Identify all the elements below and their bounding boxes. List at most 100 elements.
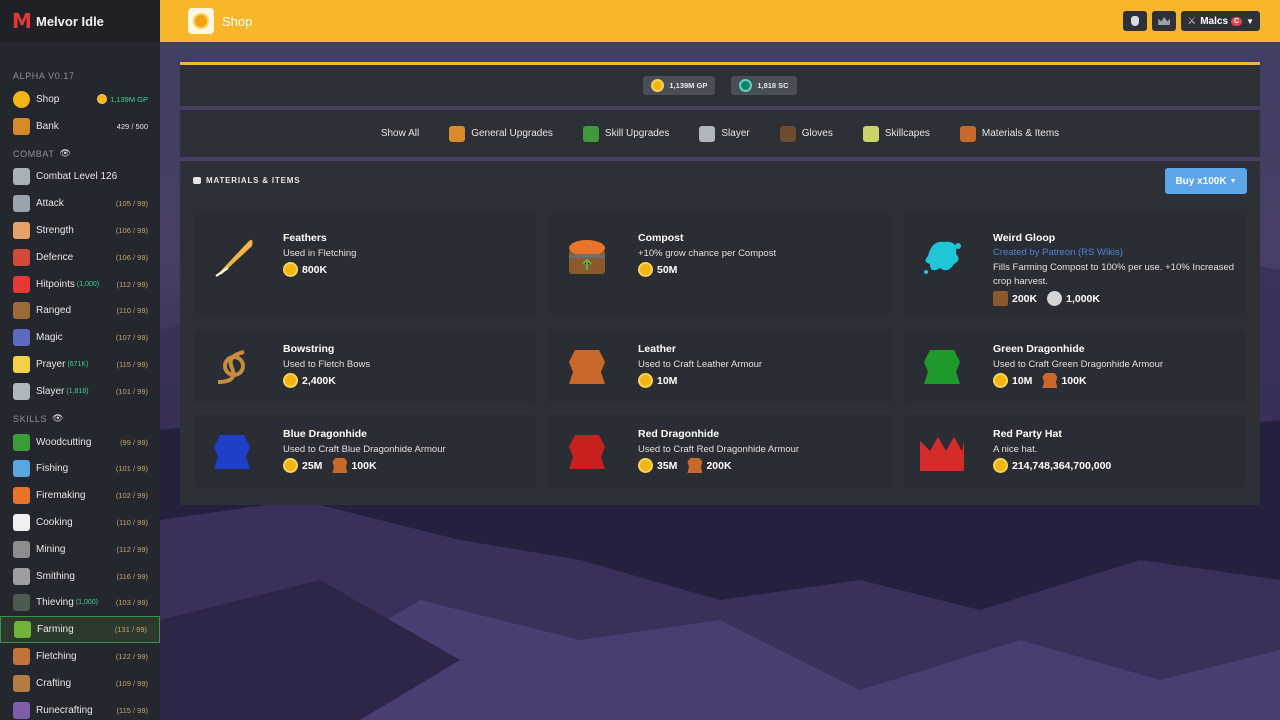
tab-gloves-icon bbox=[780, 126, 796, 142]
item-name: Leather bbox=[638, 343, 676, 355]
sidebar-section-title: ALPHA V0.17 bbox=[0, 69, 160, 83]
sidebar-item-level: (115 / 99) bbox=[116, 360, 148, 369]
potion-button[interactable] bbox=[1123, 11, 1147, 31]
shop-item-card[interactable]: BowstringUsed to Fletch Bows2,400K bbox=[194, 330, 536, 403]
item-cost: 2,400K bbox=[283, 373, 336, 388]
sidebar-item-label: Magic bbox=[36, 332, 116, 343]
smithing-icon bbox=[13, 568, 30, 585]
item-description: Used in Fletching bbox=[283, 247, 543, 261]
slayer-icon bbox=[13, 383, 30, 400]
sidebar-item-shop[interactable]: Shop 1,139M GP bbox=[0, 86, 160, 113]
shop-header-icon bbox=[188, 8, 214, 34]
crown-button[interactable] bbox=[1152, 11, 1176, 31]
brand[interactable]: M Melvor Idle bbox=[0, 0, 160, 42]
item-name: Feathers bbox=[283, 232, 327, 244]
item-cost: 800K bbox=[283, 262, 327, 277]
tab-skill-upgrades[interactable]: Skill Upgrades bbox=[583, 126, 669, 142]
sidebar-item-runecrafting[interactable]: Runecrafting(115 / 99) bbox=[0, 697, 160, 720]
sidebar-item-label: Hitpoints bbox=[36, 279, 75, 290]
cost-value: 10M bbox=[657, 375, 677, 387]
eye-icon[interactable]: 👁 bbox=[52, 413, 64, 424]
currency-bar: 1,139M GP 1,818 SC bbox=[180, 62, 1260, 106]
item-cost: 50M bbox=[638, 262, 677, 277]
sidebar-item-mining[interactable]: Mining(112 / 99) bbox=[0, 536, 160, 563]
sidebar-item-attack[interactable]: Attack(105 / 99) bbox=[0, 190, 160, 217]
sidebar-item-firemaking[interactable]: Firemaking(102 / 99) bbox=[0, 482, 160, 509]
tab-label: Slayer bbox=[721, 128, 749, 139]
sidebar-item-defence[interactable]: Defence(106 / 99) bbox=[0, 244, 160, 271]
shop-item-card[interactable]: FeathersUsed in Fletching800K bbox=[194, 214, 536, 314]
tab-gloves[interactable]: Gloves bbox=[780, 126, 833, 142]
item-cost: 200K1,000K bbox=[993, 291, 1100, 306]
sidebar-item-fishing[interactable]: Fishing(101 / 99) bbox=[0, 456, 160, 483]
caret-down-icon: ▼ bbox=[1230, 178, 1237, 185]
sidebar-item-level: (102 / 99) bbox=[116, 491, 148, 500]
user-badge: C bbox=[1231, 17, 1242, 26]
sidebar-item-label: Runecrafting bbox=[36, 705, 116, 716]
sidebar-item-bank[interactable]: Bank 429 / 500 bbox=[0, 113, 160, 140]
tab-label: Skillcapes bbox=[885, 128, 930, 139]
farming-icon bbox=[14, 621, 31, 638]
tab-materials-items[interactable]: Materials & Items bbox=[960, 126, 1059, 142]
eye-icon[interactable]: 👁 bbox=[59, 148, 71, 159]
tab-slayer-icon bbox=[699, 126, 715, 142]
coin-icon bbox=[638, 262, 653, 277]
sidebar-item-farming[interactable]: Farming(131 / 99) bbox=[0, 616, 160, 643]
sidebar-item-level: (110 / 99) bbox=[116, 306, 148, 315]
shop-item-card[interactable]: Red Party HatA nice hat.214,748,364,700,… bbox=[904, 415, 1246, 488]
shop-item-card[interactable]: LeatherUsed to Craft Leather Armour10M bbox=[549, 330, 891, 403]
sidebar-item-prayer[interactable]: Prayer(671K)(115 / 99) bbox=[0, 351, 160, 378]
sidebar-item-magic[interactable]: Magic(107 / 99) bbox=[0, 324, 160, 351]
shop-item-card[interactable]: Red DragonhideUsed to Craft Red Dragonhi… bbox=[549, 415, 891, 488]
sidebar-item-hitpoints[interactable]: Hitpoints(1,000)(112 / 99) bbox=[0, 271, 160, 298]
coin-icon bbox=[283, 373, 298, 388]
fishing-icon bbox=[13, 460, 30, 477]
materials-panel: MATERIALS & ITEMS Buy x100K▼ FeathersUse… bbox=[180, 161, 1260, 505]
leather-icon bbox=[563, 342, 611, 390]
silver-icon bbox=[1047, 291, 1062, 306]
cost-entry: 100K bbox=[332, 458, 376, 473]
sidebar-item-crafting[interactable]: Crafting(109 / 99) bbox=[0, 670, 160, 697]
firemaking-icon bbox=[13, 487, 30, 504]
tab-general-upgrades[interactable]: General Upgrades bbox=[449, 126, 553, 142]
sidebar-item-thieving[interactable]: Thieving(1,000)(103 / 99) bbox=[0, 590, 160, 617]
feathers-icon bbox=[208, 232, 256, 280]
slayer-coin-icon bbox=[739, 79, 752, 92]
sidebar-item-ranged[interactable]: Ranged(110 / 99) bbox=[0, 298, 160, 325]
sidebar-item-slayer[interactable]: Slayer(1,818)(101 / 99) bbox=[0, 378, 160, 405]
item-credit-link[interactable]: Created by Patreon (RS Wikis) bbox=[993, 247, 1123, 258]
item-description: +10% grow chance per Compost bbox=[638, 247, 898, 261]
sidebar-item-level: (112 / 99) bbox=[116, 545, 148, 554]
tab-label: Skill Upgrades bbox=[605, 128, 669, 139]
bank-chest-icon bbox=[13, 118, 30, 135]
sidebar-item-cooking[interactable]: Cooking(110 / 99) bbox=[0, 509, 160, 536]
user-menu-button[interactable]: ⚔ Malcs C ▼ bbox=[1181, 11, 1260, 31]
cost-entry: 200K bbox=[687, 458, 731, 473]
cost-entry: 50M bbox=[638, 262, 677, 277]
tab-slayer[interactable]: Slayer bbox=[699, 126, 749, 142]
blue-dragonhide-icon bbox=[208, 427, 256, 475]
shop-item-card[interactable]: Compost+10% grow chance per Compost50M bbox=[549, 214, 891, 314]
item-description: Used to Craft Blue Dragonhide Armour bbox=[283, 443, 543, 457]
sidebar-item-fletching[interactable]: Fletching(122 / 99) bbox=[0, 643, 160, 670]
sidebar-item-smithing[interactable]: Smithing(116 / 99) bbox=[0, 563, 160, 590]
item-description: Fills Farming Compost to 100% per use. +… bbox=[993, 261, 1253, 289]
sidebar-item-level: (106 / 99) bbox=[116, 253, 148, 262]
sidebar-item-label: Farming bbox=[37, 624, 115, 635]
cost-entry: 2,400K bbox=[283, 373, 336, 388]
tab-skillcapes[interactable]: Skillcapes bbox=[863, 126, 930, 142]
shop-item-card[interactable]: Weird GloopCreated by Patreon (RS Wikis)… bbox=[904, 214, 1246, 314]
sidebar-section-title: COMBAT👁 bbox=[0, 147, 160, 161]
sidebar-item-level: (109 / 99) bbox=[116, 679, 148, 688]
tab-show-all[interactable]: Show All bbox=[381, 128, 419, 139]
sidebar-item-label: Attack bbox=[36, 198, 116, 209]
shop-item-card[interactable]: Green DragonhideUsed to Craft Green Drag… bbox=[904, 330, 1246, 403]
crafting-icon bbox=[13, 675, 30, 692]
sidebar-item-combat-level-126[interactable]: Combat Level 126 bbox=[0, 164, 160, 191]
mining-icon bbox=[13, 541, 30, 558]
red-dragonhide-icon bbox=[563, 427, 611, 475]
sidebar-item-strength[interactable]: Strength(106 / 99) bbox=[0, 217, 160, 244]
buy-quantity-button[interactable]: Buy x100K▼ bbox=[1165, 168, 1247, 194]
shop-item-card[interactable]: Blue DragonhideUsed to Craft Blue Dragon… bbox=[194, 415, 536, 488]
sidebar-item-woodcutting[interactable]: Woodcutting(99 / 99) bbox=[0, 429, 160, 456]
